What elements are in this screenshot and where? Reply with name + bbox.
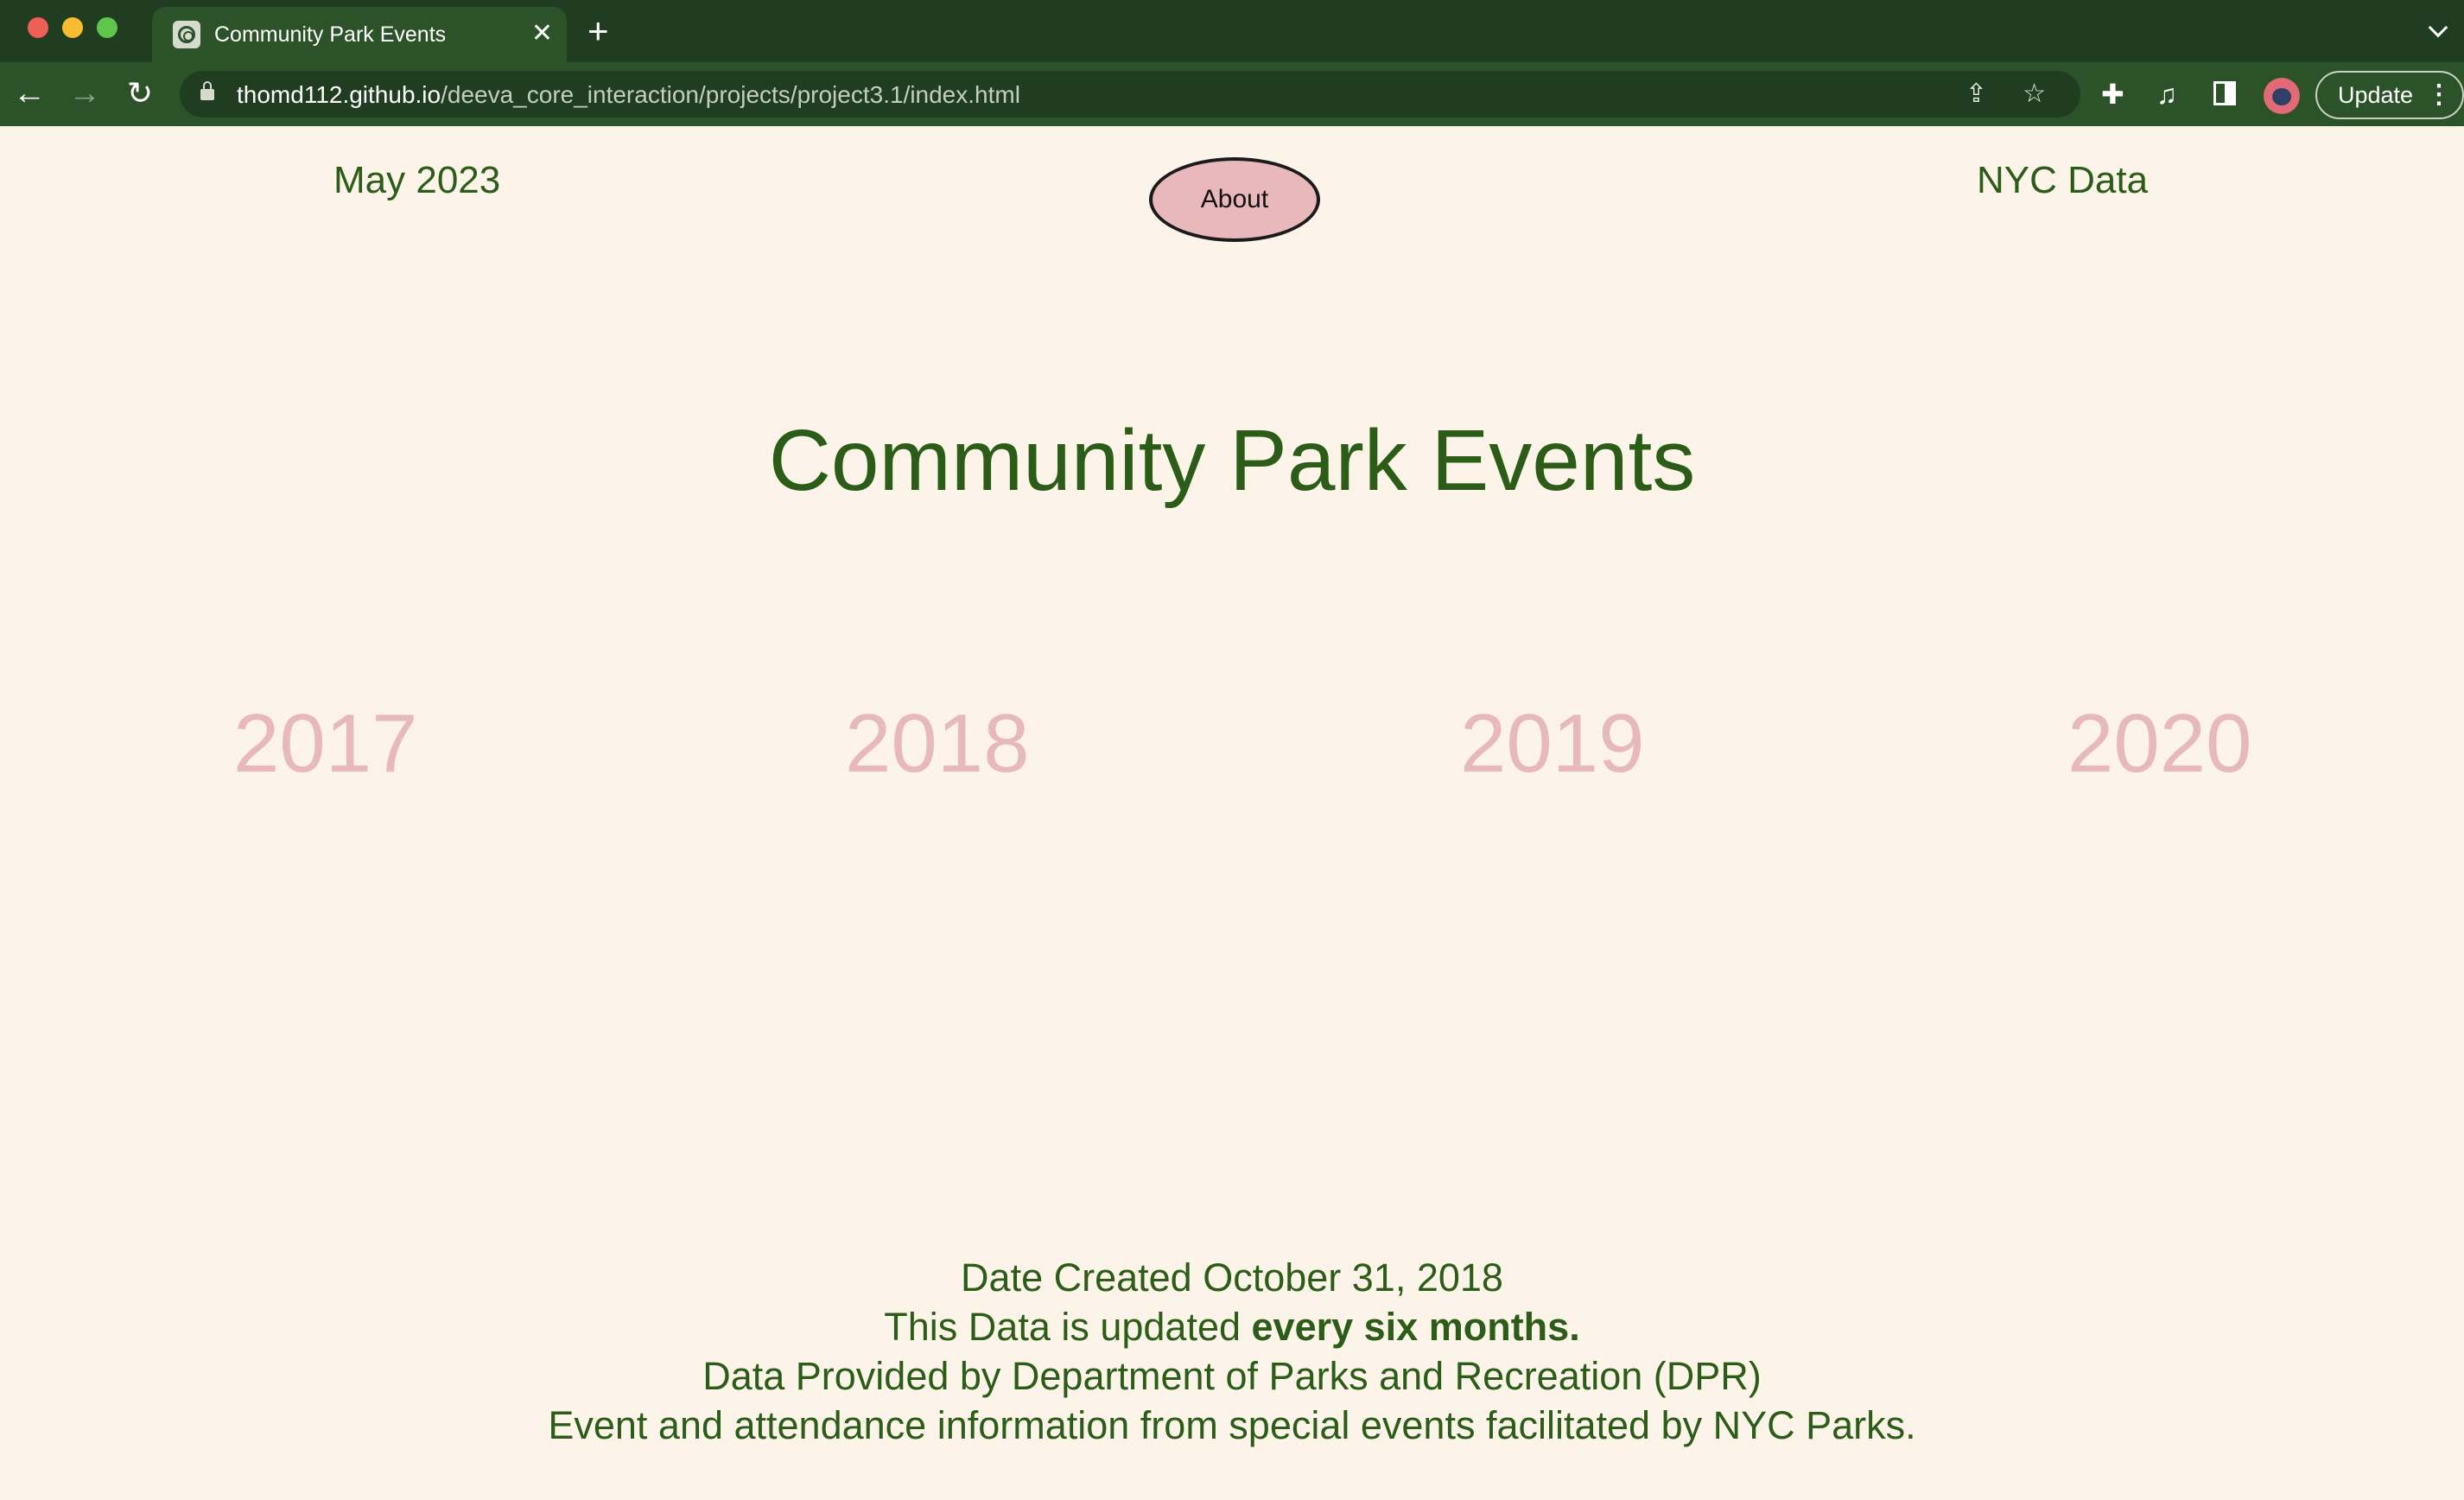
nav-date-link[interactable]: May 2023 (333, 159, 500, 202)
new-tab-button[interactable]: + (587, 12, 609, 50)
page-content: May 2023 About NYC Data Community Park E… (0, 126, 2464, 1500)
menu-dots-icon[interactable]: ⋮ (2426, 73, 2452, 118)
side-panel-icon[interactable] (2213, 81, 2236, 105)
reload-icon[interactable]: ↻ (121, 73, 159, 114)
nav-nyc-data-link[interactable]: NYC Data (1977, 159, 2148, 202)
profile-avatar[interactable] (2264, 78, 2300, 114)
minimize-window-button[interactable] (62, 17, 83, 38)
favicon-icon (173, 21, 200, 48)
share-icon[interactable]: ⇪ (1965, 79, 1987, 109)
update-label: Update (2338, 82, 2414, 108)
chevron-down-icon[interactable] (2428, 17, 2448, 38)
maximize-window-button[interactable] (97, 17, 117, 38)
browser-tab-bar: Community Park Events ✕ + (0, 0, 2464, 62)
update-frequency-value: every six months. (1251, 1305, 1580, 1349)
about-button[interactable]: About (1149, 157, 1320, 242)
year-2017[interactable]: 2017 (233, 696, 418, 791)
browser-tab-active[interactable]: Community Park Events ✕ (152, 7, 567, 62)
page-title: Community Park Events (768, 412, 1696, 509)
year-2018[interactable]: 2018 (845, 696, 1030, 791)
data-description: Event and attendance information from sp… (548, 1403, 1916, 1447)
close-window-button[interactable] (28, 17, 48, 38)
media-control-icon[interactable]: ♫ (2156, 78, 2177, 111)
bookmark-star-icon[interactable]: ☆ (2023, 79, 2046, 109)
date-created: Date Created October 31, 2018 (961, 1255, 1503, 1300)
dataset-info: Date Created October 31, 2018 This Data … (0, 1253, 2464, 1450)
forward-icon[interactable]: → (66, 73, 104, 114)
url-text[interactable]: thomd112.github.io/deeva_core_interactio… (237, 81, 1020, 109)
tab-title: Community Park Events (214, 22, 447, 47)
extensions-icon[interactable]: ✚ (2101, 78, 2124, 111)
update-frequency-prefix: This Data is updated (884, 1305, 1252, 1349)
data-provider: Data Provided by Department of Parks and… (702, 1354, 1762, 1398)
update-frequency: This Data is updated every six months. (0, 1302, 2464, 1351)
url-path: /deeva_core_interaction/projects/project… (441, 81, 1020, 108)
back-icon[interactable]: ← (10, 73, 48, 114)
year-2019[interactable]: 2019 (1460, 696, 1645, 791)
browser-toolbar: ← → ↻ thomd112.github.io/deeva_core_inte… (0, 62, 2464, 126)
year-2020[interactable]: 2020 (2067, 696, 2252, 791)
url-host: thomd112.github.io (237, 81, 441, 108)
close-tab-icon[interactable]: ✕ (531, 18, 553, 49)
address-bar[interactable]: thomd112.github.io/deeva_core_interactio… (180, 71, 2080, 118)
lock-icon[interactable] (200, 81, 214, 100)
update-button[interactable]: Update ⋮ (2315, 71, 2464, 119)
